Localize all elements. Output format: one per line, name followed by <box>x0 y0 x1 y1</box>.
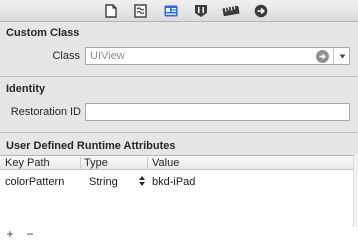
column-separator <box>147 157 148 169</box>
class-input[interactable]: UIView <box>90 50 125 62</box>
file-inspector-icon[interactable] <box>102 2 120 20</box>
column-header-type[interactable]: Type <box>84 157 108 169</box>
identity-section-title: Identity <box>6 83 46 95</box>
restoration-id-input[interactable] <box>85 103 350 121</box>
section-divider <box>0 132 358 133</box>
chevron-down-icon[interactable] <box>335 48 349 64</box>
go-to-class-arrow-icon[interactable] <box>316 50 329 63</box>
class-combo-box[interactable]: UIView <box>85 47 350 65</box>
section-divider <box>0 76 358 77</box>
runtime-attributes-table: Key Path Type Value colorPattern String … <box>0 155 358 227</box>
combo-divider <box>333 48 334 64</box>
size-inspector-icon[interactable] <box>222 2 240 20</box>
custom-class-section-title: Custom Class <box>6 27 80 39</box>
quick-help-icon[interactable] <box>131 2 149 20</box>
connections-inspector-icon[interactable] <box>252 2 270 20</box>
type-stepper-icon[interactable] <box>138 175 146 187</box>
remove-attribute-button[interactable]: − <box>25 227 35 241</box>
table-header: Key Path Type Value <box>0 156 358 170</box>
column-separator <box>80 157 81 169</box>
restoration-id-label: Restoration ID <box>10 106 81 118</box>
identity-inspector-icon[interactable] <box>162 2 180 20</box>
add-attribute-button[interactable]: + <box>5 227 15 241</box>
class-label: Class <box>52 50 80 62</box>
key-path-cell[interactable]: colorPattern <box>5 176 64 188</box>
column-header-key-path[interactable]: Key Path <box>5 157 50 169</box>
table-row[interactable]: colorPattern String bkd-iPad <box>0 172 358 190</box>
runtime-attributes-section-title: User Defined Runtime Attributes <box>6 140 176 152</box>
table-bottom-bar: + − <box>0 227 358 241</box>
type-cell[interactable]: String <box>89 176 118 188</box>
column-header-value[interactable]: Value <box>152 157 179 169</box>
attributes-inspector-icon[interactable] <box>192 2 210 20</box>
value-cell[interactable]: bkd-iPad <box>152 176 195 188</box>
inspector-toolbar <box>0 0 358 22</box>
